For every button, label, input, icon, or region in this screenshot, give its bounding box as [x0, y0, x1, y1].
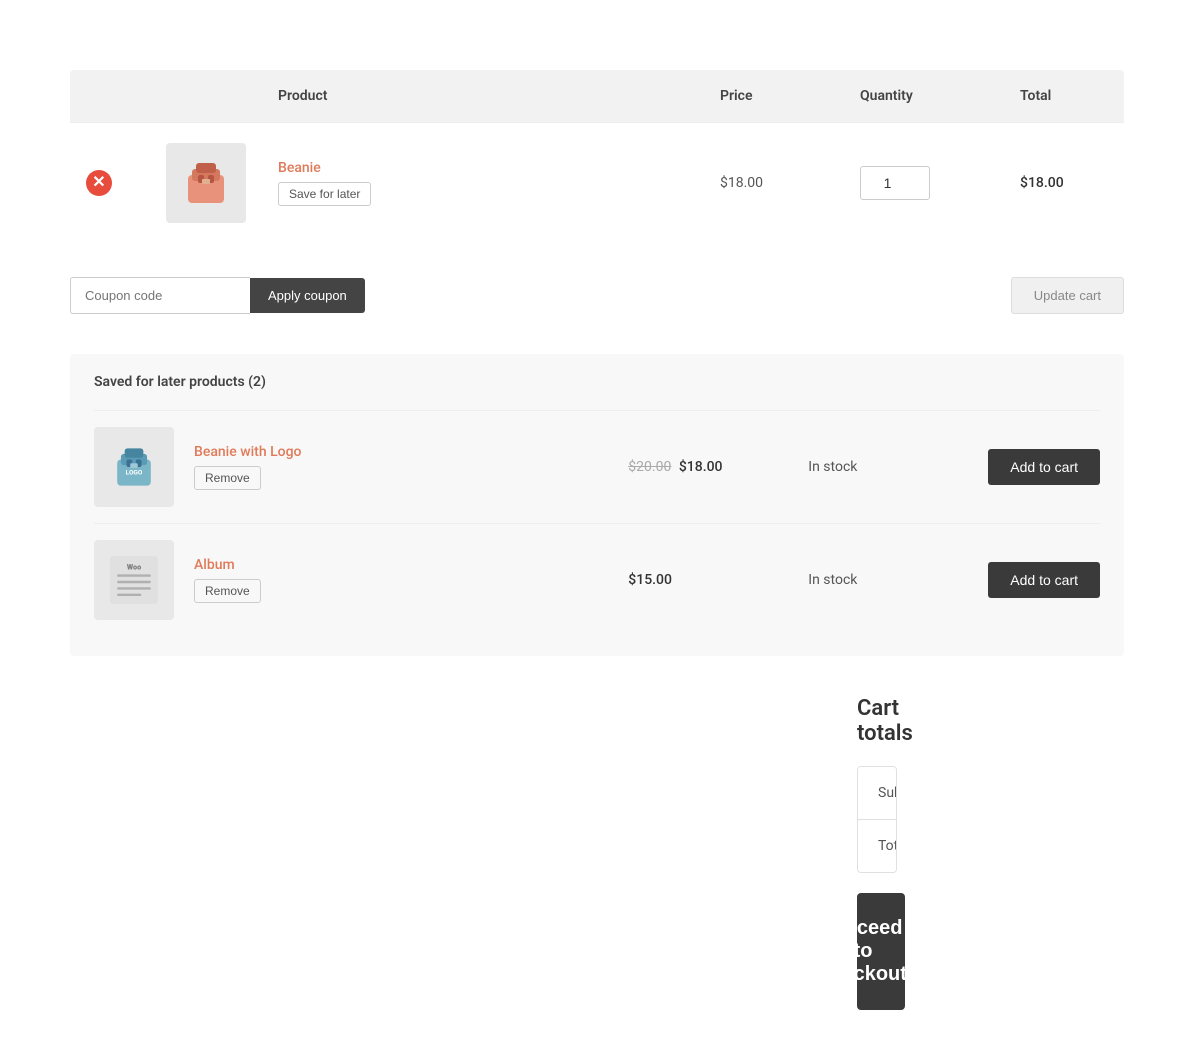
cart-totals-title: Cart totals: [857, 696, 897, 746]
item-price: $18.00: [704, 123, 844, 244]
item-total: $18.00: [1004, 123, 1124, 244]
total-label: Total: [858, 820, 897, 872]
saved-item-image-beanie-logo: LOGO: [94, 427, 174, 507]
saved-item-stock-album: In stock: [808, 572, 968, 588]
coupon-input[interactable]: [70, 277, 250, 314]
saved-item-price-album: $15.00: [628, 572, 788, 588]
product-name-link[interactable]: Beanie: [278, 160, 688, 176]
sale-price: $18.00: [679, 459, 723, 475]
col-header-product: Product: [262, 70, 704, 123]
cart-totals-section: Cart totals Subtotal $18.00 Total $18.00…: [297, 696, 897, 1010]
coupon-row: Apply coupon Update cart: [70, 267, 1124, 334]
add-to-cart-album-button[interactable]: Add to cart: [988, 562, 1100, 598]
svg-text:LOGO: LOGO: [126, 468, 143, 476]
album-svg: Woo: [106, 552, 162, 608]
coupon-form: Apply coupon: [70, 277, 365, 314]
saved-item-album: Woo Album Remove $15.00 In stock Add to …: [94, 523, 1100, 636]
svg-text:Woo: Woo: [127, 563, 141, 572]
beanie-with-logo-svg: LOGO: [106, 439, 162, 495]
remove-item-button[interactable]: ✕: [86, 170, 112, 196]
saved-item-name-beanie-logo[interactable]: Beanie with Logo: [194, 444, 608, 460]
proceed-to-checkout-button[interactable]: Proceed to checkout →: [857, 893, 905, 1010]
update-cart-button[interactable]: Update cart: [1011, 277, 1124, 314]
totals-table: Subtotal $18.00 Total $18.00: [857, 766, 897, 873]
saved-item-price-beanie-logo: $20.00 $18.00: [628, 459, 788, 475]
subtotal-row: Subtotal $18.00: [858, 767, 896, 820]
remove-saved-album-button[interactable]: Remove: [194, 579, 261, 603]
product-image: [166, 143, 246, 223]
beanie-image-svg: [176, 153, 236, 213]
checkout-arrow-icon: →: [921, 939, 943, 965]
checkout-label: Proceed to checkout: [819, 917, 907, 986]
saved-item-name-album[interactable]: Album: [194, 557, 608, 573]
remove-saved-beanie-logo-button[interactable]: Remove: [194, 466, 261, 490]
saved-item-beanie-with-logo: LOGO Beanie with Logo Remove $20.00 $18.…: [94, 410, 1100, 523]
saved-for-later-title: Saved for later products (2): [94, 374, 1100, 390]
album-price: $15.00: [628, 572, 672, 588]
quantity-input[interactable]: [860, 166, 930, 200]
saved-item-image-album: Woo: [94, 540, 174, 620]
saved-item-details-beanie-logo: Beanie with Logo Remove: [194, 444, 608, 490]
col-header-total: Total: [1004, 70, 1124, 123]
col-header-price: Price: [704, 70, 844, 123]
saved-item-details-album: Album Remove: [194, 557, 608, 603]
col-header-image: [150, 70, 262, 123]
save-for-later-button[interactable]: Save for later: [278, 182, 371, 206]
cart-table: Product Price Quantity Total ✕: [70, 70, 1124, 243]
col-header-remove: [70, 70, 150, 123]
original-price: $20.00: [628, 459, 671, 475]
add-to-cart-beanie-logo-button[interactable]: Add to cart: [988, 449, 1100, 485]
saved-item-stock-beanie-logo: In stock: [808, 459, 968, 475]
remove-icon: ✕: [86, 170, 112, 196]
apply-coupon-button[interactable]: Apply coupon: [250, 278, 365, 313]
total-row: Total $18.00: [858, 820, 896, 872]
saved-for-later-section: Saved for later products (2) LOGO Beanie…: [70, 354, 1124, 656]
subtotal-label: Subtotal: [858, 767, 897, 819]
cart-item-beanie: ✕: [70, 123, 1124, 244]
col-header-quantity: Quantity: [844, 70, 1004, 123]
